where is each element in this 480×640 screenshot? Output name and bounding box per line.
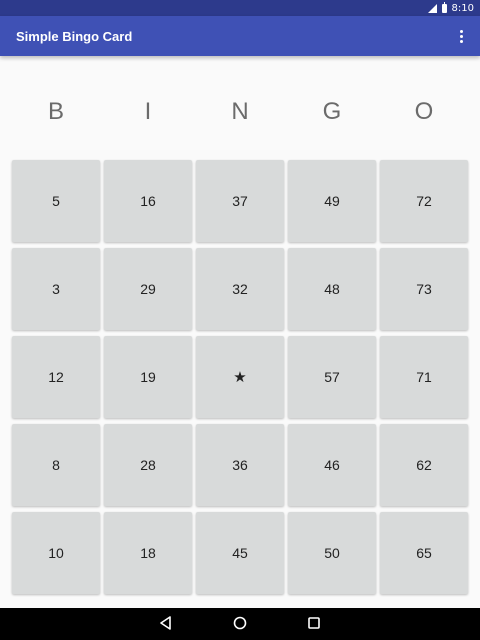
- bingo-cell[interactable]: 46: [288, 424, 376, 506]
- letter-g: G: [322, 98, 342, 125]
- bingo-cell[interactable]: 73: [380, 248, 468, 330]
- home-icon[interactable]: [233, 615, 247, 634]
- bingo-grid: 5 16 37 49 72 3 29 32 48 73 12 19 ★ 57 7…: [12, 160, 468, 594]
- letter-i: I: [144, 98, 152, 125]
- recents-icon[interactable]: [307, 615, 321, 634]
- bingo-cell[interactable]: 8: [12, 424, 100, 506]
- bingo-cell[interactable]: 49: [288, 160, 376, 242]
- bingo-cell[interactable]: 5: [12, 160, 100, 242]
- back-icon[interactable]: [159, 615, 173, 634]
- bingo-cell[interactable]: 10: [12, 512, 100, 594]
- bingo-cell[interactable]: 62: [380, 424, 468, 506]
- bingo-cell[interactable]: 3: [12, 248, 100, 330]
- app-title: Simple Bingo Card: [16, 28, 133, 44]
- bingo-cell[interactable]: 32: [196, 248, 284, 330]
- bingo-cell[interactable]: 18: [104, 512, 192, 594]
- status-time: 8:10: [451, 2, 474, 14]
- bingo-cell[interactable]: 57: [288, 336, 376, 418]
- bingo-cell[interactable]: 37: [196, 160, 284, 242]
- bingo-cell[interactable]: 71: [380, 336, 468, 418]
- bingo-cell[interactable]: 12: [12, 336, 100, 418]
- bingo-header: B I N G O: [12, 86, 468, 138]
- letter-o: O: [414, 98, 434, 125]
- signal-icon: [427, 3, 437, 13]
- bingo-cell[interactable]: 16: [104, 160, 192, 242]
- bingo-cell[interactable]: 19: [104, 336, 192, 418]
- navigation-bar: [0, 608, 480, 640]
- free-space-star-icon[interactable]: ★: [196, 336, 284, 418]
- bingo-cell[interactable]: 65: [380, 512, 468, 594]
- app-bar: Simple Bingo Card: [0, 16, 480, 56]
- more-vert-icon[interactable]: [452, 26, 470, 46]
- bingo-cell[interactable]: 45: [196, 512, 284, 594]
- bingo-cell[interactable]: 36: [196, 424, 284, 506]
- bingo-cell[interactable]: 29: [104, 248, 192, 330]
- status-bar: 8:10: [0, 0, 480, 16]
- bingo-cell[interactable]: 50: [288, 512, 376, 594]
- battery-icon: [441, 1, 447, 13]
- bingo-cell[interactable]: 28: [104, 424, 192, 506]
- bingo-cell[interactable]: 72: [380, 160, 468, 242]
- letter-n: N: [231, 98, 249, 125]
- bingo-cell[interactable]: 48: [288, 248, 376, 330]
- letter-b: B: [47, 98, 64, 125]
